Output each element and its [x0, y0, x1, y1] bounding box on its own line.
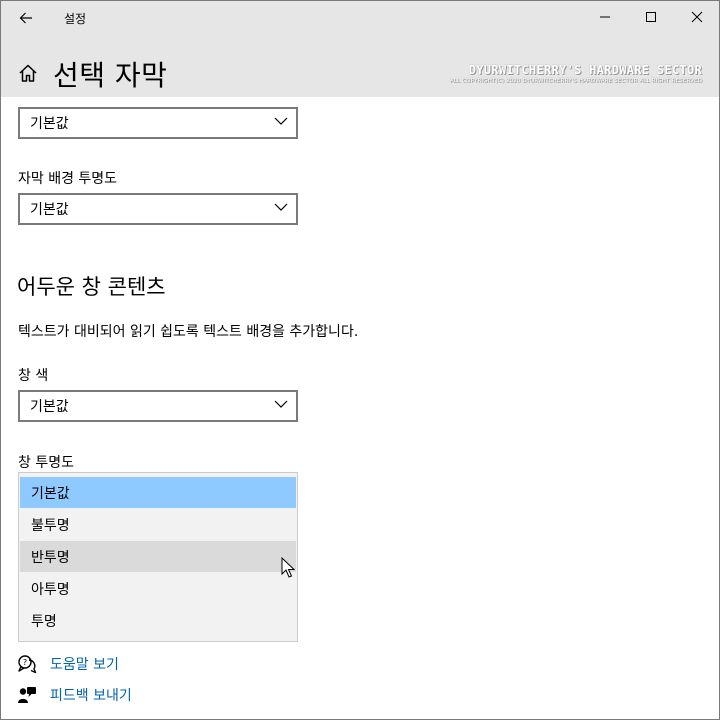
maximize-icon [646, 12, 656, 22]
back-button[interactable] [9, 5, 43, 31]
title-bar: 설정 선택 자막 DYURWITCHERRY'S HARDWARE SECTOR… [1, 1, 719, 97]
dropdown-option[interactable]: 불투명 [20, 509, 296, 540]
settings-window: 설정 선택 자막 DYURWITCHERRY'S HARDWARE SECTOR… [0, 0, 720, 720]
minimize-button[interactable] [582, 1, 628, 33]
section-description: 텍스트가 대비되어 읽기 쉽도록 텍스트 배경을 추가합니다. [18, 324, 359, 340]
close-icon [691, 11, 703, 23]
chevron-down-icon [274, 203, 288, 211]
bg-opacity-label: 자막 배경 투명도 [18, 171, 118, 187]
feedback-link-text[interactable]: 피드백 보내기 [50, 685, 132, 705]
feedback-icon [18, 687, 36, 703]
page-title: 선택 자막 [53, 59, 168, 92]
window-color-select[interactable]: 기본값 [18, 390, 298, 422]
bg-opacity-select[interactable]: 기본값 [18, 193, 298, 225]
minimize-icon [600, 16, 610, 18]
help-link[interactable]: ? 도움말 보기 [17, 653, 119, 675]
section-heading: 어두운 창 콘텐츠 [17, 275, 166, 299]
settings-content: 기본값 자막 배경 투명도 기본값 어두운 창 콘텐츠 텍스트가 대비되어 읽기… [1, 97, 719, 719]
back-arrow-icon [19, 12, 32, 24]
dropdown-option[interactable]: 투명 [20, 605, 296, 636]
chevron-down-icon [274, 400, 288, 408]
window-color-label: 창 색 [18, 368, 49, 384]
window-title: 설정 [64, 12, 87, 26]
dropdown-option[interactable]: 반투명 [20, 541, 296, 572]
chevron-down-icon [274, 117, 288, 125]
svg-text:?: ? [23, 658, 27, 667]
watermark-sub: ALL COPYRIGHT(C) 2020 DYURWITCHERRY'S HA… [449, 78, 702, 84]
maximize-button[interactable] [628, 1, 674, 33]
close-button[interactable] [674, 1, 719, 33]
watermark-main: DYURWITCHERRY'S HARDWARE SECTOR [468, 63, 702, 77]
help-chat-icon: ? [18, 655, 37, 674]
home-icon [19, 64, 37, 82]
bg-opacity-value: 기본값 [30, 202, 69, 218]
window-color-value: 기본값 [30, 399, 69, 415]
top-select[interactable]: 기본값 [18, 107, 298, 139]
window-opacity-label: 창 투명도 [18, 455, 74, 471]
feedback-link[interactable]: 피드백 보내기 [17, 684, 132, 706]
mouse-cursor-icon [281, 557, 295, 578]
help-link-text[interactable]: 도움말 보기 [50, 654, 119, 674]
window-opacity-dropdown[interactable]: 기본값 불투명 반투명 아투명 투명 [18, 472, 298, 642]
watermark: DYURWITCHERRY'S HARDWARE SECTOR ALL COPY… [450, 63, 702, 84]
dropdown-option[interactable]: 아투명 [20, 573, 296, 604]
top-select-value: 기본값 [30, 116, 69, 132]
dropdown-option[interactable]: 기본값 [20, 477, 296, 508]
